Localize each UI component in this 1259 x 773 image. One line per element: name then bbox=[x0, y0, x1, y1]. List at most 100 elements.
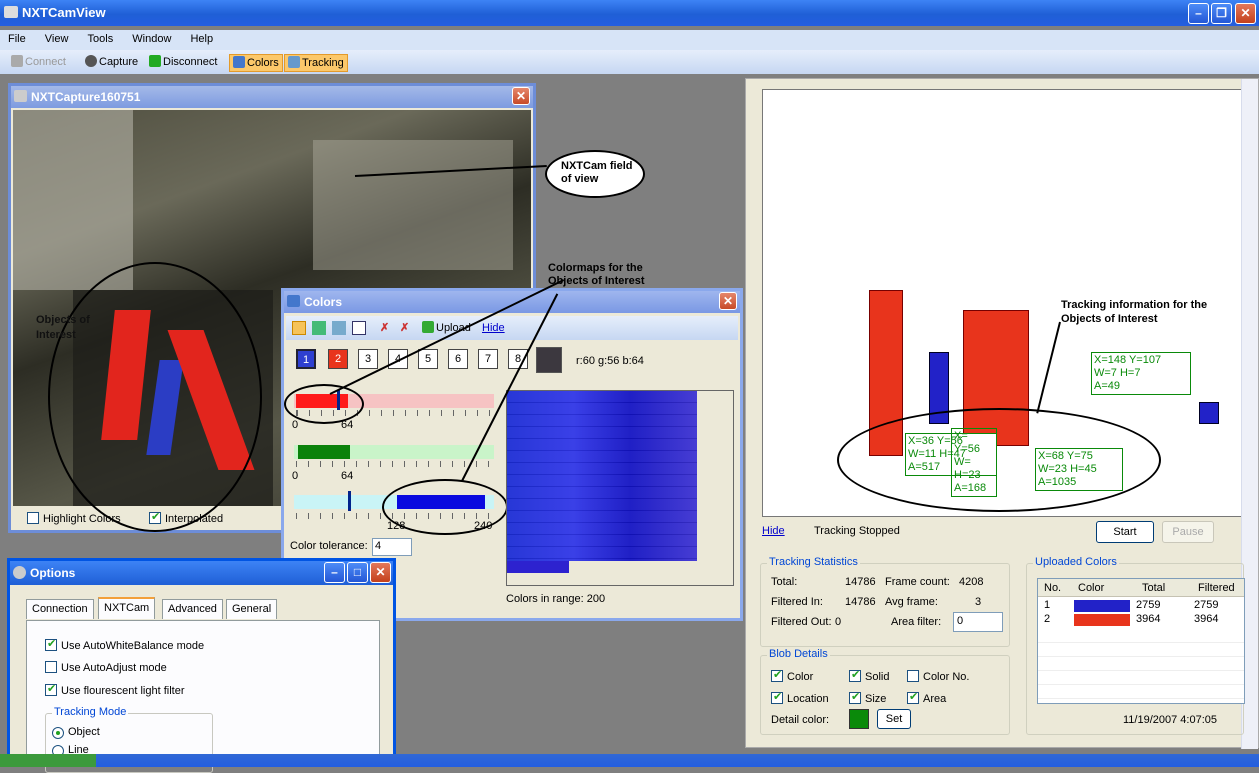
color-slot-6[interactable]: 6 bbox=[448, 349, 468, 369]
autowhitebalance-checkbox[interactable]: Use AutoWhiteBalance mode bbox=[45, 637, 204, 652]
color-slot-3[interactable]: 3 bbox=[358, 349, 378, 369]
tab-nxtcam[interactable]: NXTCam bbox=[98, 597, 156, 619]
colors-window-icon bbox=[287, 295, 300, 307]
mode-object-radio[interactable]: Object bbox=[52, 726, 100, 739]
camera-icon bbox=[85, 55, 97, 67]
header-total: Total bbox=[1142, 582, 1166, 594]
minimize-icon[interactable]: – bbox=[1188, 3, 1209, 24]
restore-icon[interactable]: ❐ bbox=[1211, 3, 1232, 24]
tracking-info-text: Tracking information for the Objects of … bbox=[1061, 299, 1208, 325]
menu-view[interactable]: View bbox=[37, 30, 77, 48]
tab-general[interactable]: General bbox=[226, 599, 278, 619]
capture-button[interactable]: Capture bbox=[82, 54, 141, 72]
camera-image-wall bbox=[313, 140, 513, 270]
close-icon[interactable]: ✕ bbox=[1235, 3, 1256, 24]
menu-help[interactable]: Help bbox=[182, 30, 221, 48]
nxtcam-tab-panel: Use AutoWhiteBalance mode Use AutoAdjust… bbox=[26, 620, 380, 773]
close-icon[interactable]: ✕ bbox=[512, 87, 530, 105]
blob-info-4: X=148 Y=107 W=7 H=7 A=49 bbox=[1091, 352, 1191, 395]
tracking-ellipse bbox=[837, 408, 1161, 512]
tracking-panel: X=36 Y=56 W=11 H=47 A=517 X= Y=56 W= H=2… bbox=[745, 78, 1259, 749]
blob-area-label: Area bbox=[923, 693, 947, 705]
autoadjust-checkbox[interactable]: Use AutoAdjust mode bbox=[45, 661, 167, 674]
options-tabs: Connection NXTCam Advanced General bbox=[26, 597, 296, 621]
menu-window[interactable]: Window bbox=[124, 30, 179, 48]
clear-icon[interactable]: ✗ bbox=[380, 321, 394, 335]
maximize-icon[interactable]: □ bbox=[347, 562, 368, 583]
palette-icon[interactable] bbox=[292, 321, 306, 335]
row1-filtered: 2759 bbox=[1194, 599, 1219, 611]
color-slot-5[interactable]: 5 bbox=[418, 349, 438, 369]
blob-location-check bbox=[771, 690, 783, 704]
palette-blue-icon[interactable] bbox=[332, 321, 346, 335]
set-color-button[interactable]: Set bbox=[877, 709, 911, 729]
blob-area-check bbox=[907, 690, 919, 704]
connect-button[interactable]: Connect bbox=[8, 54, 69, 72]
rgb-readout: r:60 g:56 b:64 bbox=[576, 355, 644, 367]
tracking-hide-link[interactable]: Hide bbox=[762, 525, 785, 537]
blob-area-checkbox[interactable]: Area bbox=[907, 690, 947, 705]
row2-no: 2 bbox=[1044, 613, 1051, 625]
row1-total: 2759 bbox=[1136, 599, 1161, 611]
header-no: No. bbox=[1044, 582, 1062, 594]
area-filter-spinner[interactable]: 0 bbox=[953, 612, 1003, 632]
tab-advanced[interactable]: Advanced bbox=[162, 599, 223, 619]
blob-blue-2 bbox=[1199, 402, 1219, 424]
tracking-canvas: X=36 Y=56 W=11 H=47 A=517 X= Y=56 W= H=2… bbox=[762, 89, 1242, 517]
start-menu-button[interactable] bbox=[0, 754, 96, 767]
fov-text: NXTCam field of view bbox=[561, 160, 633, 185]
gear-icon bbox=[13, 566, 26, 579]
blue-slider-thumb[interactable] bbox=[348, 491, 351, 511]
green-tick-label: 64 bbox=[341, 470, 354, 482]
minimize-icon[interactable]: – bbox=[324, 562, 345, 583]
filtered-in-value: 14786 bbox=[845, 596, 876, 608]
menu-tools[interactable]: Tools bbox=[80, 30, 122, 48]
app-title-bar: NXTCamView – ❐ ✕ bbox=[0, 0, 1259, 26]
flourescent-checkbox[interactable]: Use flourescent light filter bbox=[45, 682, 185, 697]
blob-color-checkbox[interactable]: Color bbox=[771, 668, 813, 683]
blob-details-group: Blob Details Color Solid Color No. Locat… bbox=[760, 648, 1010, 735]
tracking-button[interactable]: Tracking bbox=[284, 54, 348, 72]
tracking-status: Tracking Stopped bbox=[814, 525, 900, 537]
blob-info-4-line1: X=148 Y=107 bbox=[1094, 354, 1162, 366]
detail-color-swatch[interactable] bbox=[849, 709, 869, 729]
tolerance-spinner[interactable]: 4 bbox=[372, 538, 412, 556]
blob-details-title: Blob Details bbox=[767, 648, 830, 660]
color-slot-1[interactable]: 1 bbox=[296, 349, 316, 369]
app-icon bbox=[4, 6, 18, 18]
green-range[interactable] bbox=[298, 445, 350, 459]
blob-colorno-checkbox[interactable]: Color No. bbox=[907, 670, 969, 683]
start-button[interactable]: Start bbox=[1096, 521, 1154, 543]
frame-count-label: Frame count: bbox=[885, 576, 950, 588]
colors-button[interactable]: Colors bbox=[229, 54, 283, 72]
close-icon[interactable]: ✕ bbox=[719, 292, 737, 310]
blob-location-checkbox[interactable]: Location bbox=[771, 690, 829, 705]
table-row[interactable]: 1 2759 2759 bbox=[1038, 599, 1244, 613]
close-icon[interactable]: ✕ bbox=[370, 562, 391, 583]
taskbar bbox=[0, 754, 1259, 767]
disconnect-button[interactable]: Disconnect bbox=[146, 54, 220, 72]
selected-color-swatch bbox=[536, 347, 562, 373]
edit-icon[interactable] bbox=[352, 321, 366, 335]
menu-file[interactable]: File bbox=[0, 30, 34, 48]
green-ticks bbox=[296, 461, 496, 467]
flourescent-label: Use flourescent light filter bbox=[61, 685, 185, 697]
color-slot-7[interactable]: 7 bbox=[478, 349, 498, 369]
colors-label: Colors bbox=[247, 57, 279, 69]
blob-solid-checkbox[interactable]: Solid bbox=[849, 668, 889, 683]
autowhitebalance-check bbox=[45, 637, 57, 651]
avg-frame-value: 3 bbox=[975, 596, 982, 608]
blob-size-label: Size bbox=[865, 693, 887, 705]
blob-size-checkbox[interactable]: Size bbox=[849, 690, 887, 705]
table-row[interactable]: 2 3964 3964 bbox=[1038, 613, 1244, 627]
clear-all-icon[interactable]: ✗ bbox=[400, 321, 414, 335]
color-slot-2[interactable]: 2 bbox=[328, 349, 348, 369]
tracking-icon bbox=[288, 56, 300, 68]
pause-button[interactable]: Pause bbox=[1162, 521, 1214, 543]
total-label: Total: bbox=[771, 576, 798, 588]
hide-link[interactable]: Hide bbox=[482, 322, 505, 334]
colors-icon bbox=[233, 56, 245, 68]
palette-green-icon[interactable] bbox=[312, 321, 326, 335]
table-header: No. Color Total Filtered bbox=[1038, 579, 1244, 597]
tab-connection[interactable]: Connection bbox=[26, 599, 94, 619]
